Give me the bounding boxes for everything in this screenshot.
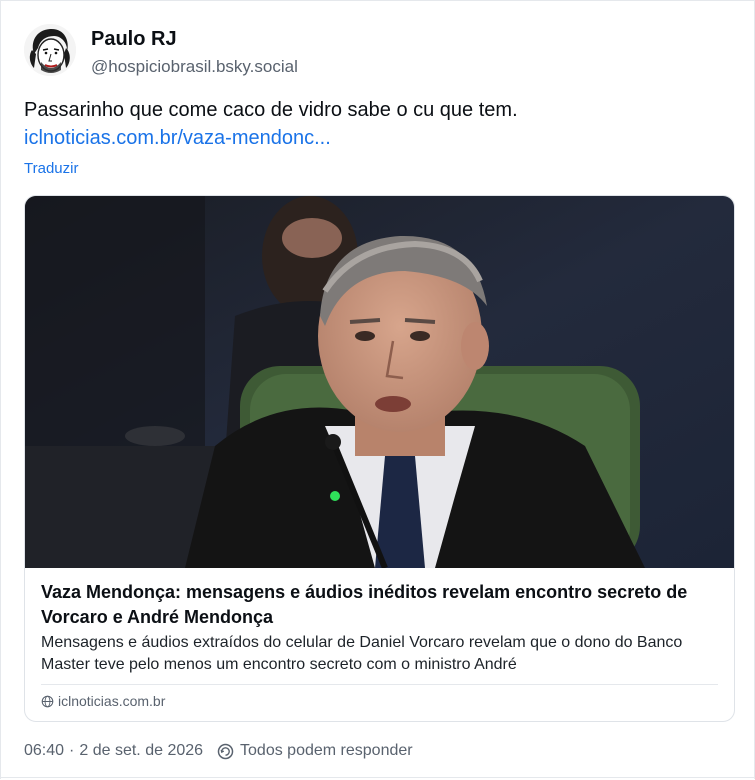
post-text: Passarinho que come caco de vidro sabe o… — [24, 99, 518, 121]
author-display-name[interactable]: Paulo RJ — [91, 28, 177, 51]
post-meta: 06:40 · 2 de set. de 2026 Todos podem re… — [24, 742, 413, 760]
link-preview-image — [25, 196, 734, 568]
post-link[interactable]: iclnoticias.com.br/vaza-mendonc... — [24, 124, 724, 152]
bottom-divider — [0, 777, 755, 778]
link-preview-card[interactable]: Vaza Mendonça: mensagens e áudios inédit… — [24, 195, 735, 722]
meta-separator: · — [69, 742, 75, 759]
globe-icon — [41, 695, 54, 707]
reply-settings-icon — [217, 743, 234, 760]
post-body: Passarinho que come caco de vidro sabe o… — [24, 96, 724, 152]
avatar[interactable] — [24, 24, 76, 76]
link-card-description: Mensagens e áudios extraídos do celular … — [41, 634, 683, 673]
translate-link[interactable]: Traduzir — [24, 160, 78, 177]
card-divider — [41, 684, 718, 685]
link-card-domain-text: iclnoticias.com.br — [58, 693, 166, 709]
post-date[interactable]: 2 de set. de 2026 — [79, 742, 203, 760]
author-handle[interactable]: @hospiciobrasil.bsky.social — [91, 57, 298, 77]
reply-setting-text[interactable]: Todos podem responder — [240, 742, 413, 760]
link-card-domain: iclnoticias.com.br — [41, 693, 165, 709]
link-card-title[interactable]: Vaza Mendonça: mensagens e áudios inédit… — [41, 580, 721, 630]
post-time[interactable]: 06:40 — [24, 742, 64, 760]
avatar-image — [24, 24, 76, 76]
